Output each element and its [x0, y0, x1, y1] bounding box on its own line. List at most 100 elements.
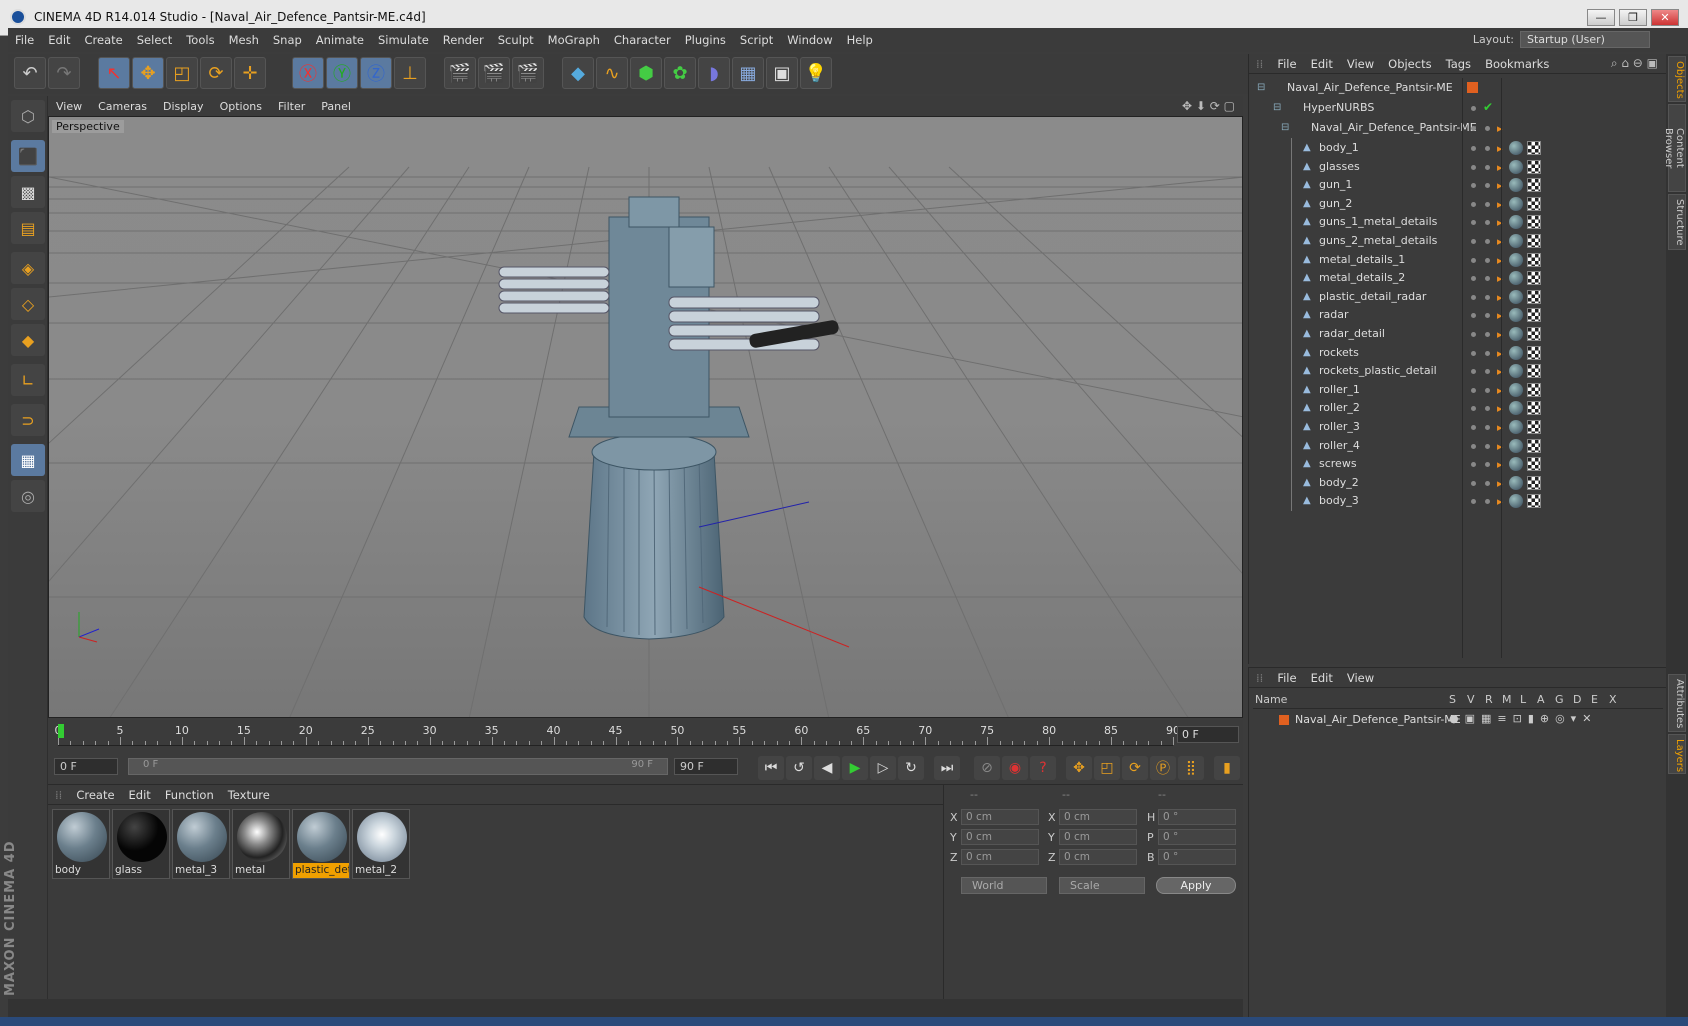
- viewport-menu-view[interactable]: View: [48, 100, 90, 113]
- uvw-tag-icon[interactable]: [1527, 178, 1541, 193]
- layer-flag-icons[interactable]: ●▣▦≡⊡▮⊕◎▾✕: [1449, 712, 1597, 725]
- object-row-metal-details-2[interactable]: ▲ metal_details_2 ▸: [1253, 268, 1665, 289]
- object-row-glasses[interactable]: ▲ glasses ▸: [1253, 156, 1665, 177]
- object-menu-objects[interactable]: Objects: [1381, 57, 1438, 71]
- object-row-body-1[interactable]: ▲ body_1 ▸: [1253, 138, 1665, 158]
- editor-visibility-icon[interactable]: [1471, 126, 1476, 131]
- render-visibility-icon[interactable]: [1485, 387, 1490, 393]
- uvw-tag-icon[interactable]: [1527, 401, 1541, 416]
- layer-col-a[interactable]: A: [1537, 693, 1545, 706]
- editor-visibility-icon[interactable]: [1471, 350, 1476, 356]
- object-menu-view[interactable]: View: [1340, 57, 1381, 71]
- menu-plugins[interactable]: Plugins: [678, 33, 733, 47]
- cube-primitive-icon[interactable]: ◆: [562, 57, 594, 89]
- rotate-icon[interactable]: ⟳: [200, 57, 232, 89]
- scale-icon[interactable]: ◰: [166, 57, 198, 89]
- key-scale-icon[interactable]: ◰: [1094, 756, 1120, 780]
- editor-visibility-icon[interactable]: [1471, 201, 1476, 207]
- material-plastic-det[interactable]: plastic_det: [292, 809, 350, 879]
- material-tag-icon[interactable]: [1509, 475, 1523, 490]
- editor-visibility-icon[interactable]: [1471, 387, 1476, 393]
- object-row-roller-4[interactable]: ▲ roller_4 ▸: [1253, 435, 1665, 456]
- workplane-icon[interactable]: ▤: [11, 212, 45, 244]
- layer-col-name[interactable]: Name: [1255, 693, 1287, 706]
- material-tag-icon[interactable]: [1509, 382, 1523, 397]
- layer-col-x[interactable]: X: [1609, 693, 1617, 706]
- editor-visibility-icon[interactable]: [1471, 106, 1476, 111]
- viewport-nav-icons[interactable]: ✥ ⬇ ⟳ ▢: [1182, 99, 1235, 113]
- rotation-b-field[interactable]: 0 °: [1158, 849, 1236, 865]
- menu-animate[interactable]: Animate: [309, 33, 371, 47]
- size-y-field[interactable]: 0 cm: [1059, 829, 1137, 845]
- render-visibility-icon[interactable]: [1485, 201, 1490, 207]
- rotation-p-field[interactable]: 0 °: [1158, 829, 1236, 845]
- previous-key-icon[interactable]: ↺: [786, 756, 812, 780]
- axis-mode-icon[interactable]: ∟: [11, 364, 45, 396]
- render-visibility-icon[interactable]: [1485, 462, 1490, 468]
- floor-icon[interactable]: ▦: [732, 57, 764, 89]
- key-parameter-icon[interactable]: Ⓟ: [1150, 756, 1176, 780]
- uvw-tag-icon[interactable]: [1527, 271, 1541, 286]
- editor-visibility-icon[interactable]: [1471, 499, 1476, 505]
- nurbs-icon[interactable]: ⬢: [630, 57, 662, 89]
- layer-col-m[interactable]: M: [1502, 693, 1512, 706]
- uvw-tag-icon[interactable]: [1527, 327, 1541, 341]
- render-visibility-icon[interactable]: [1485, 425, 1490, 430]
- layer-col-s[interactable]: S: [1449, 693, 1456, 706]
- uvw-tag-icon[interactable]: [1527, 159, 1541, 174]
- menu-create[interactable]: Create: [78, 33, 130, 47]
- render-visibility-icon[interactable]: [1485, 220, 1490, 226]
- deformer-icon[interactable]: ◗: [698, 57, 730, 89]
- material-tag-icon[interactable]: [1509, 327, 1523, 341]
- object-row-screws[interactable]: ▲ screws ▸: [1253, 454, 1665, 475]
- transform-icon[interactable]: ✛: [234, 57, 266, 89]
- uvw-tag-icon[interactable]: [1527, 475, 1541, 490]
- object-row-gun-2[interactable]: ▲ gun_2 ▸: [1253, 193, 1665, 214]
- object-row-radar-detail[interactable]: ▲ radar_detail ▸: [1253, 324, 1665, 344]
- position-x-field[interactable]: 0 cm: [961, 809, 1039, 825]
- perspective-viewport[interactable]: Perspective: [48, 116, 1243, 718]
- material-tag-icon[interactable]: [1509, 401, 1523, 416]
- model-mode-icon[interactable]: ⬛: [11, 140, 45, 172]
- object-row-plastic-detail-radar[interactable]: ▲ plastic_detail_radar ▸: [1253, 286, 1665, 307]
- material-menu-edit[interactable]: Edit: [122, 788, 158, 802]
- edges-mode-icon[interactable]: ◇: [11, 288, 45, 320]
- editor-visibility-icon[interactable]: [1471, 313, 1476, 319]
- play-icon[interactable]: ▶: [842, 756, 868, 780]
- array-icon[interactable]: ✿: [664, 57, 696, 89]
- render-visibility-icon[interactable]: [1485, 164, 1490, 170]
- material-tag-icon[interactable]: [1509, 289, 1523, 304]
- render-visibility-icon[interactable]: [1485, 239, 1490, 244]
- render-visibility-icon[interactable]: [1485, 294, 1490, 300]
- timeline-window-icon[interactable]: ▮: [1214, 756, 1240, 780]
- position-y-field[interactable]: 0 cm: [961, 829, 1039, 845]
- tab-attributes[interactable]: Attributes: [1668, 674, 1686, 732]
- y-axis-icon[interactable]: Ⓨ: [326, 57, 358, 89]
- menu-script[interactable]: Script: [733, 33, 780, 47]
- material-metal[interactable]: metal: [232, 809, 290, 879]
- editor-visibility-icon[interactable]: [1471, 480, 1476, 486]
- size-mode-dropdown[interactable]: Scale: [1059, 877, 1145, 894]
- live-selection-icon[interactable]: ↖: [98, 57, 130, 89]
- object-row-roller-1[interactable]: ▲ roller_1 ▸: [1253, 379, 1665, 400]
- tab-structure[interactable]: Structure: [1668, 194, 1686, 250]
- texture-mode-icon[interactable]: ▩: [11, 176, 45, 208]
- close-button[interactable]: ✕: [1651, 9, 1679, 26]
- key-rotation-icon[interactable]: ⟳: [1122, 756, 1148, 780]
- layer-panel-grip-icon[interactable]: ⁞⁞: [1249, 671, 1270, 685]
- menu-simulate[interactable]: Simulate: [371, 33, 436, 47]
- menu-mesh[interactable]: Mesh: [222, 33, 266, 47]
- object-root-row[interactable]: ⊟ Naval_Air_Defence_Pantsir-ME: [1253, 78, 1665, 98]
- menu-edit[interactable]: Edit: [41, 33, 77, 47]
- material-tag-icon[interactable]: [1509, 271, 1523, 286]
- material-tag-icon[interactable]: [1509, 494, 1523, 509]
- points-mode-icon[interactable]: ◈: [11, 252, 45, 284]
- object-row-metal-details-1[interactable]: ▲ metal_details_1 ▸: [1253, 249, 1665, 270]
- editor-visibility-icon[interactable]: [1471, 220, 1476, 226]
- viewport-menu-options[interactable]: Options: [212, 100, 270, 113]
- spline-icon[interactable]: ∿: [596, 57, 628, 89]
- object-row-gun-1[interactable]: ▲ gun_1 ▸: [1253, 175, 1665, 196]
- next-frame-icon[interactable]: ▷: [870, 756, 896, 780]
- keyframe-selection-icon[interactable]: ?: [1030, 756, 1056, 780]
- editor-visibility-icon[interactable]: [1471, 257, 1476, 263]
